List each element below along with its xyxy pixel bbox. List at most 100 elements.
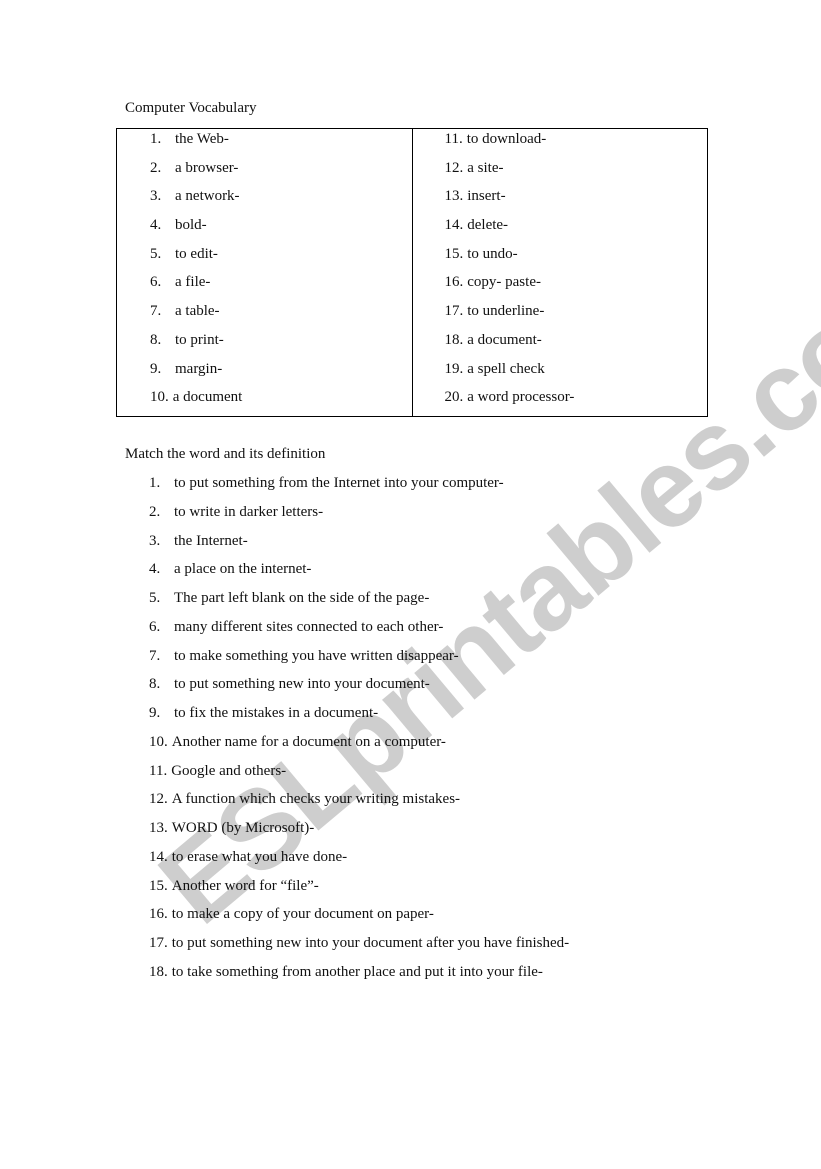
vocabulary-item: 13. insert- [445,187,575,216]
item-number: 16. [149,906,168,923]
item-text: to make a copy of your document on paper… [171,906,434,923]
vocabulary-item: 17. to underline- [445,302,575,331]
definition-item: 14. to erase what you have done- [149,848,569,877]
item-number: 18. [444,331,464,348]
definition-item: 11. Google and others- [149,762,569,791]
item-number: 17. [444,303,464,320]
definition-item: 18. to take something from another place … [149,963,569,992]
item-number: 5. [150,245,162,262]
item-text: to download- [466,131,547,147]
vocabulary-item: 20. a word processor- [445,388,575,417]
item-text: margin- [175,360,223,377]
vocabulary-item: 16. copy- paste- [445,273,575,302]
item-text: to print- [175,331,224,348]
item-number: 5. [149,590,161,606]
item-number: 18. [149,963,168,980]
item-number: 11. [444,131,463,147]
definition-item: 3. the Internet- [149,532,569,561]
item-text: Google and others- [171,762,287,779]
item-text: a document [172,389,243,406]
item-text: a word processor- [467,389,575,406]
vocabulary-item: 9. margin- [150,360,242,389]
item-text: to write in darker letters- [174,503,324,520]
worksheet-title: Computer Vocabulary [125,100,257,116]
item-text: Another name for a document on a compute… [171,733,446,750]
definition-item: 4. a place on the internet- [149,560,569,589]
matching-section-title: Match the word and its definition [125,446,326,462]
item-text: to make something you have written disap… [174,647,459,664]
item-number: 15. [149,877,168,894]
item-text: to put something from the Internet into … [174,475,504,491]
definition-item: 2. to write in darker letters- [149,503,569,532]
item-text: copy- paste- [467,274,541,291]
item-text: a network- [175,188,240,205]
vocabulary-item: 11. to download- [445,130,575,159]
item-text: insert- [467,188,506,205]
item-text: a document- [467,331,542,348]
item-number: 12. [444,159,464,176]
item-number: 19. [444,360,464,377]
item-number: 7. [150,303,162,320]
item-number: 10. [150,389,169,406]
item-text: to fix the mistakes in a document- [174,705,379,721]
item-number: 4. [150,217,162,234]
item-number: 12. [149,791,168,808]
vocabulary-item: 1. the Web- [150,130,242,159]
vocabulary-column-left: 1. the Web- 2. a browser- 3. a network- 4. bold… [117,129,413,416]
item-text: to put something new into your document … [171,935,570,951]
item-number: 13. [149,820,168,836]
item-text: WORD (by Microsoft)- [171,820,315,836]
vocabulary-list-right: 11. to download- 12. a site- 13. insert- 14. de… [445,130,575,417]
vocabulary-item: 7. a table- [150,302,242,331]
definition-item: 6. many different sites connected to each… [149,618,569,647]
vocabulary-column-right: 11. to download- 12. a site- 13. insert- 14. de… [413,129,708,416]
definition-item: 17. to put something new into your docume… [149,934,569,963]
vocabulary-table: 1. the Web- 2. a browser- 3. a network- 4. bold… [116,128,708,417]
vocabulary-item: 8. to print- [150,331,242,360]
item-text: to edit- [175,245,218,262]
definition-item: 15. Another word for “file”- [149,877,569,906]
item-text: to put something new into your document- [174,676,430,693]
item-text: to underline- [467,303,545,320]
item-number: 13. [444,188,464,205]
definition-item: 12. A function which checks your writing … [149,790,569,819]
worksheet-page: Computer Vocabulary 1. the Web- 2. a browse… [0,0,821,1169]
vocabulary-item: 2. a browser- [150,159,242,188]
item-text: a site- [467,159,504,176]
item-number: 8. [150,331,162,348]
item-text: to take something from another place and… [171,963,543,980]
definition-item: 7. to make something you have written dis… [149,647,569,676]
definitions-list: 1. to put something from the Internet int… [149,474,569,992]
vocabulary-item: 15. to undo- [445,245,575,274]
definition-item: 9. to fix the mistakes in a document- [149,704,569,733]
item-number: 9. [149,705,161,721]
item-number: 2. [150,159,162,176]
item-text: a place on the internet- [174,561,312,578]
item-number: 6. [149,618,161,635]
vocabulary-item: 10. a document [150,388,242,417]
definition-item: 5. The part left blank on the side of the… [149,589,569,618]
item-number: 11. [149,762,168,779]
item-number: 20. [444,389,464,406]
vocabulary-item: 5. to edit- [150,245,242,274]
vocabulary-item: 18. a document- [445,331,575,360]
item-number: 4. [149,561,161,578]
item-number: 8. [149,676,161,693]
item-text: a table- [175,303,220,320]
item-number: 1. [150,131,162,147]
item-text: bold- [175,217,207,234]
vocabulary-item: 12. a site- [445,159,575,188]
item-text: many different sites connected to each o… [174,618,444,635]
item-text: The part left blank on the side of the p… [174,590,430,606]
vocabulary-item: 6. a file- [150,273,242,302]
definition-item: 10. Another name for a document on a comp… [149,733,569,762]
item-number: 15. [444,245,464,262]
vocabulary-item: 4. bold- [150,216,242,245]
item-number: 16. [444,274,464,291]
definition-item: 8. to put something new into your documen… [149,675,569,704]
item-number: 3. [150,188,162,205]
item-number: 14. [149,848,168,865]
definition-item: 16. to make a copy of your document on pa… [149,905,569,934]
item-text: a file- [175,274,211,291]
item-number: 6. [150,274,162,291]
